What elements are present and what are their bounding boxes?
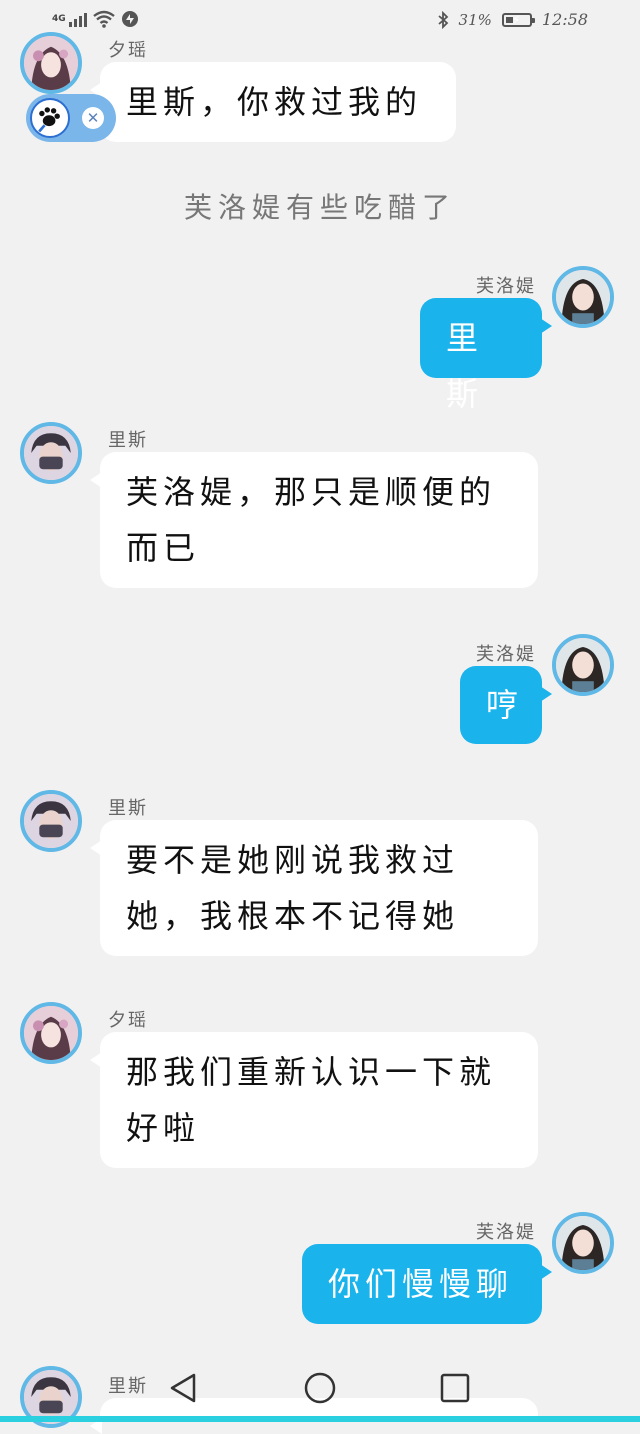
message-bubble[interactable]: 你们慢慢聊 [302,1244,552,1324]
battery-percent: 31% [458,10,492,29]
message-text-line: 她，我根本不记得她 [126,897,460,935]
message-text-line: 那我们重新认识一下就 [126,1053,497,1091]
message-text-line: 要不是她刚说我救过 [126,841,460,879]
avatar-lisi[interactable] [20,790,82,852]
home-circle-icon[interactable] [302,1370,338,1406]
wifi-icon [92,10,115,28]
navigation-bar [0,1358,640,1422]
recent-square-icon[interactable] [437,1370,473,1406]
message-bubble[interactable]: 要不是她刚说我救过 她，我根本不记得她 [90,820,538,956]
data-saver-icon [121,11,138,27]
message-bubble[interactable]: 里斯，你救过我的 [90,62,456,142]
message-text: 里斯 [446,319,484,413]
status-bar: 4G 31% ⚡ 12:58 [0,0,640,44]
network-type: 4G [52,13,66,24]
avatar-lisi[interactable] [20,422,82,484]
narration-text: 芙洛媞有些吃醋了 [183,191,456,224]
sender-name: 芙洛媞 [476,1222,536,1243]
avatar-xiyao[interactable] [20,1002,82,1064]
paw-icon[interactable] [30,98,70,138]
sender-name: 里斯 [108,798,148,819]
avatar-fuluoti[interactable] [552,634,614,696]
sender-name: 芙洛媞 [476,644,536,665]
message-bubble[interactable]: 哼 [460,666,552,744]
bottom-accent-line [0,1416,640,1422]
message-text-line: 而已 [126,529,201,567]
close-icon[interactable]: ✕ [82,107,104,129]
sender-name: 夕瑶 [108,1010,148,1031]
back-triangle-icon[interactable] [166,1370,202,1406]
message-text: 哼 [486,686,524,724]
floating-widget[interactable]: ✕ [26,94,116,142]
sender-name: 里斯 [108,430,148,451]
clock: 12:58 [541,10,588,29]
avatar-fuluoti[interactable] [552,1212,614,1274]
avatar-xiyao[interactable] [20,32,82,94]
avatar-fuluoti[interactable] [552,266,614,328]
battery-icon: ⚡ [501,12,535,27]
message-text-line: 芙洛媞，那只是顺便的 [126,473,497,511]
message-bubble[interactable]: 那我们重新认识一下就 好啦 [90,1032,538,1168]
sender-name: 夕瑶 [108,40,148,61]
message-bubble[interactable]: 芙洛媞，那只是顺便的 而已 [90,452,538,588]
signal-icon [68,11,87,27]
message-text: 你们慢慢聊 [328,1265,514,1303]
message-bubble[interactable]: 里斯 [420,298,552,413]
bluetooth-icon [437,10,448,29]
sender-name: 芙洛媞 [476,276,536,297]
message-text-line: 好啦 [126,1109,201,1147]
message-text: 里斯，你救过我的 [126,83,423,121]
